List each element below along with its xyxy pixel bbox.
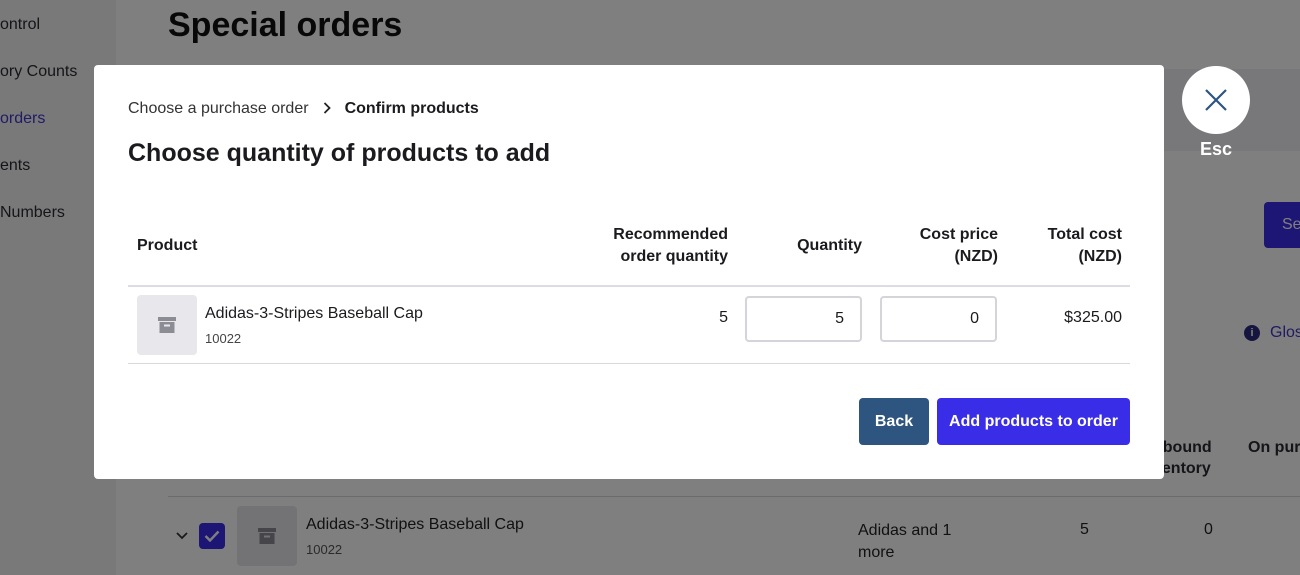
close-button[interactable] bbox=[1182, 66, 1250, 134]
table-header-divider bbox=[128, 285, 1130, 287]
breadcrumb-step-choose-purchase-order[interactable]: Choose a purchase order bbox=[128, 100, 309, 118]
breadcrumb: Choose a purchase order Confirm products bbox=[128, 100, 479, 118]
chevron-right-icon bbox=[323, 101, 331, 117]
column-header-cost-line1: Cost price bbox=[919, 226, 998, 243]
column-header-cost-line2: (NZD) bbox=[954, 248, 998, 265]
column-header-recommended: Recommended order quantity bbox=[594, 224, 728, 268]
quantity-input[interactable] bbox=[745, 296, 862, 342]
column-header-cost-price: Cost price (NZD) bbox=[888, 224, 998, 268]
product-sku: 10022 bbox=[205, 331, 242, 346]
product-image-placeholder bbox=[137, 295, 197, 355]
add-products-to-order-button[interactable]: Add products to order bbox=[937, 398, 1130, 445]
recommended-quantity: 5 bbox=[719, 309, 728, 326]
add-products-modal: Choose a purchase order Confirm products… bbox=[94, 65, 1164, 479]
esc-label: Esc bbox=[1199, 139, 1233, 159]
breadcrumb-step-confirm-products: Confirm products bbox=[344, 100, 479, 117]
column-header-total-line1: Total cost bbox=[1047, 226, 1122, 243]
back-button[interactable]: Back bbox=[859, 398, 929, 445]
column-header-product: Product bbox=[137, 237, 198, 254]
total-cost: $325.00 bbox=[1064, 309, 1122, 326]
column-header-recommended-line2: order quantity bbox=[620, 248, 728, 265]
column-header-total-line2: (NZD) bbox=[1078, 248, 1122, 265]
product-name: Adidas-3-Stripes Baseball Cap bbox=[205, 305, 423, 322]
column-header-quantity: Quantity bbox=[797, 237, 862, 254]
archive-box-icon bbox=[158, 317, 176, 333]
column-header-total-cost: Total cost (NZD) bbox=[1012, 224, 1122, 268]
modal-title: Choose quantity of products to add bbox=[128, 139, 551, 167]
close-icon bbox=[1205, 89, 1227, 111]
column-header-recommended-line1: Recommended bbox=[613, 226, 728, 243]
cost-price-input[interactable] bbox=[880, 296, 997, 342]
table-row-divider bbox=[128, 363, 1130, 364]
